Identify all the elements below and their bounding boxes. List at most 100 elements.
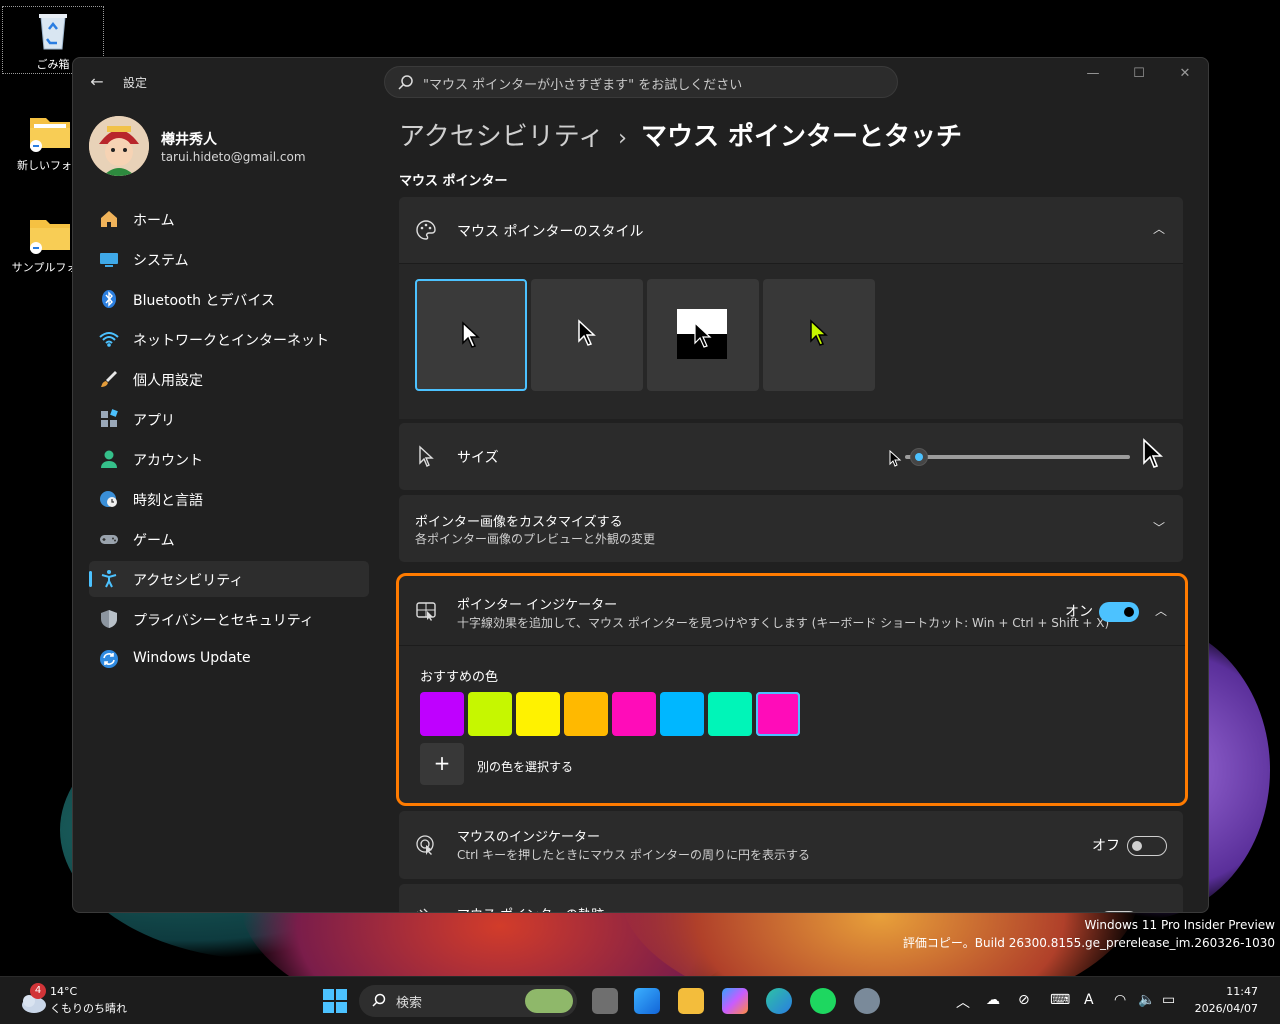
sidebar-item-accounts[interactable]: アカウント <box>89 441 369 477</box>
user-email: tarui.hideto@gmail.com <box>161 150 306 164</box>
app-title: 設定 <box>123 76 148 90</box>
edge-preview-icon[interactable] <box>634 988 660 1014</box>
sidebar-item-network[interactable]: ネットワークとインターネット <box>89 321 369 357</box>
title-bar: ← 設定 "マウス ポインターが小さすぎます" をお試しください — ☐ ✕ <box>73 58 1208 106</box>
color-swatch[interactable] <box>660 692 704 736</box>
pointer-indicator-colors: おすすめの色 + 別の色を選択する <box>399 646 1185 803</box>
brush-icon <box>101 371 117 387</box>
breadcrumb-parent[interactable]: アクセシビリティ <box>399 122 604 152</box>
sidebar-item-bluetooth[interactable]: Bluetooth とデバイス <box>89 281 369 317</box>
ime-indicator[interactable]: A <box>1084 992 1094 1008</box>
sidebar-item-label: ホーム <box>133 213 175 229</box>
wifi-icon[interactable]: ◠ <box>1114 992 1126 1008</box>
pointer-style-options <box>399 263 1183 419</box>
task-view-icon[interactable] <box>592 988 618 1014</box>
content-area: アクセシビリティ › マウス ポインターとタッチ マウス ポインター マウス ポイン… <box>396 106 1208 912</box>
color-swatch[interactable] <box>516 692 560 736</box>
chevron-down-icon[interactable]: ﹀ <box>1149 519 1169 539</box>
sidebar-item-apps[interactable]: アプリ <box>89 401 369 437</box>
file-explorer-icon[interactable] <box>678 988 704 1014</box>
cursor-outline-icon <box>419 445 434 467</box>
back-button[interactable]: ← <box>87 72 107 92</box>
sidebar-item-accessibility[interactable]: アクセシビリティ <box>89 561 369 597</box>
home-icon <box>101 211 117 227</box>
pointer-trail-state: オフ <box>1065 910 1093 912</box>
pointer-style-white[interactable] <box>415 279 527 391</box>
pointer-indicator-header[interactable]: ポインター インジケーター 十字線効果を追加して、マウス ポインターを見つけやす… <box>399 576 1185 646</box>
chevron-down-icon[interactable]: ﹀ <box>1149 910 1169 912</box>
pointer-style-inverted[interactable] <box>647 279 759 391</box>
sidebar-item-system[interactable]: システム <box>89 241 369 277</box>
breadcrumb: アクセシビリティ › マウス ポインターとタッチ <box>399 116 962 153</box>
pointer-trail-toggle[interactable] <box>1099 911 1139 912</box>
spotify-icon[interactable] <box>810 988 836 1014</box>
wifi-icon <box>99 332 119 347</box>
minimize-button[interactable]: — <box>1079 66 1107 86</box>
mouse-indicator-card: マウスのインジケーター Ctrl キーを押したときにマウス ポインターの周りに円… <box>399 811 1183 879</box>
app-icon[interactable] <box>766 988 792 1014</box>
sidebar-item-label: アクセシビリティ <box>133 573 244 589</box>
windows-start-icon[interactable] <box>323 989 347 1013</box>
settings-gear-icon[interactable] <box>854 988 880 1014</box>
mouse-indicator-subtitle: Ctrl キーを押したときにマウス ポインターの周りに円を表示する <box>457 848 810 862</box>
folder-icon <box>30 220 70 254</box>
shield-icon <box>101 610 117 628</box>
volume-icon[interactable]: 🔈 <box>1138 992 1155 1008</box>
recycle-bin-icon <box>39 14 67 50</box>
pointer-trail-title: マウス ポインターの軌跡 <box>457 904 604 912</box>
mouse-indicator-toggle[interactable] <box>1127 836 1167 856</box>
color-swatch[interactable] <box>612 692 656 736</box>
color-swatch[interactable] <box>708 692 752 736</box>
size-title: サイズ <box>457 450 499 466</box>
sidebar-item-personalization[interactable]: 個人用設定 <box>89 361 369 397</box>
clock[interactable]: 11:47 2026/04/07 <box>1195 985 1258 1015</box>
weather-widget[interactable]: 4 14°C くもりのち晴れ <box>14 983 127 1019</box>
pointer-indicator-title: ポインター インジケーター <box>457 598 618 613</box>
customize-title: ポインター画像をカスタマイズする <box>415 515 623 530</box>
mouse-indicator-state: オフ <box>1092 838 1120 854</box>
sidebar-item-label: Windows Update <box>133 650 251 666</box>
sidebar-item-privacy[interactable]: プライバシーとセキュリティ <box>89 601 369 637</box>
maximize-button[interactable]: ☐ <box>1125 66 1153 86</box>
color-swatch[interactable] <box>564 692 608 736</box>
size-slider-thumb[interactable] <box>910 448 928 466</box>
large-cursor-icon <box>1143 438 1164 468</box>
sidebar-item-gaming[interactable]: ゲーム <box>89 521 369 557</box>
add-color-button[interactable]: + <box>420 743 464 785</box>
pointer-style-black[interactable] <box>531 279 643 391</box>
customize-pointer-card[interactable]: ポインター画像をカスタマイズする 各ポインター画像のプレビューと外観の変更 ﹀ <box>399 495 1183 562</box>
taskbar-search-label: 検索 <box>396 996 423 1011</box>
search-icon <box>372 993 386 1007</box>
size-slider-track[interactable] <box>905 455 1130 459</box>
chevron-up-icon[interactable]: ︿ <box>1151 602 1171 622</box>
onedrive-icon[interactable]: ☁ <box>986 992 1000 1008</box>
battery-icon[interactable]: ▭ <box>1162 992 1175 1008</box>
pointer-trail-card: マウス ポインターの軌跡 オフ ﹀ <box>399 884 1183 912</box>
page-title: マウス ポインターとタッチ <box>640 122 963 152</box>
sidebar-item-time-language[interactable]: 時刻と言語 <box>89 481 369 517</box>
recommended-colors-title: おすすめの色 <box>420 670 499 685</box>
apps-icon <box>101 409 118 427</box>
search-box[interactable]: "マウス ポインターが小さすぎます" をお試しください <box>384 66 898 98</box>
watermark-line1: Windows 11 Pro Insider Preview <box>1084 918 1275 932</box>
active-indicator <box>89 571 92 587</box>
chevron-up-icon[interactable]: ︿ <box>956 992 970 1012</box>
color-swatch[interactable] <box>756 692 800 736</box>
sidebar-item-windows-update[interactable]: Windows Update <box>89 641 369 677</box>
pointer-style-header[interactable]: マウス ポインターのスタイル ︿ <box>399 197 1183 263</box>
taskbar-search[interactable]: 検索 <box>359 985 577 1017</box>
cursor-black-icon <box>578 319 596 346</box>
copilot-icon[interactable] <box>722 988 748 1014</box>
pointer-indicator-toggle[interactable] <box>1099 602 1139 622</box>
color-swatch[interactable] <box>420 692 464 736</box>
mic-muted-icon[interactable]: ⊘ <box>1018 992 1030 1008</box>
sidebar-item-home[interactable]: ホーム <box>89 201 369 237</box>
keyboard-icon[interactable]: ⌨ <box>1050 992 1070 1008</box>
color-swatch[interactable] <box>468 692 512 736</box>
cursor-white-icon <box>462 321 480 348</box>
pointer-style-custom[interactable] <box>763 279 875 391</box>
other-color-label[interactable]: 別の色を選択する <box>477 758 573 775</box>
sidebar-item-label: プライバシーとセキュリティ <box>133 613 314 629</box>
chevron-up-icon[interactable]: ︿ <box>1149 220 1169 240</box>
close-button[interactable]: ✕ <box>1171 66 1199 86</box>
